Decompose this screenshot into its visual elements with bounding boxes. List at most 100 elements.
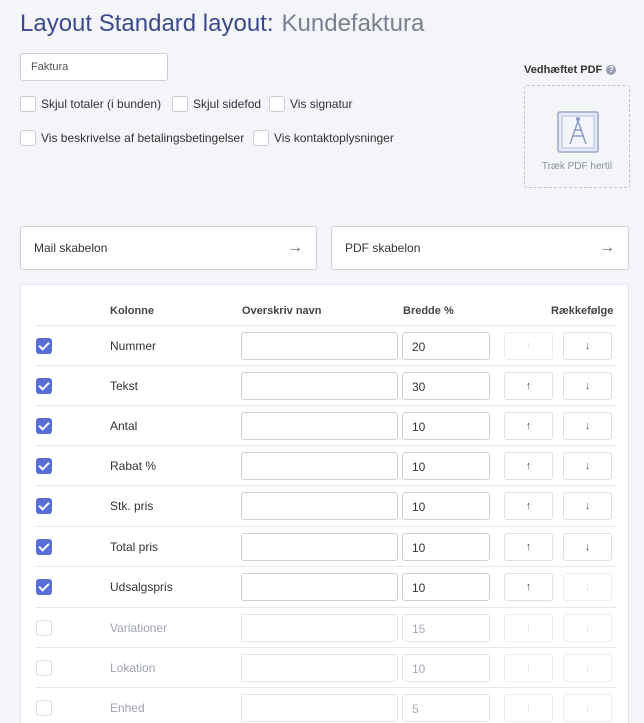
- header-rename: Overskriv navn: [242, 305, 322, 317]
- option-checkbox[interactable]: [269, 96, 285, 112]
- column-label: Udsalgspris: [110, 580, 173, 594]
- header-width: Bredde %: [403, 305, 454, 317]
- option-checkbox[interactable]: [20, 96, 36, 112]
- rename-input[interactable]: [241, 614, 398, 642]
- option-hide-totals[interactable]: Skjul totaler (i bunden): [20, 96, 161, 112]
- move-down-button[interactable]: ↓: [563, 412, 612, 440]
- move-up-button[interactable]: ↑: [504, 573, 553, 601]
- column-checkbox[interactable]: [36, 579, 52, 595]
- move-up-button[interactable]: ↑: [504, 533, 553, 561]
- column-label: Tekst: [110, 379, 139, 393]
- move-down-button[interactable]: ↓: [563, 533, 612, 561]
- rename-input[interactable]: [241, 332, 398, 360]
- column-label: Variationer: [110, 621, 168, 635]
- column-checkbox[interactable]: [36, 620, 52, 636]
- move-down-button[interactable]: ↓: [563, 614, 612, 642]
- table-row: Stk. pris 10 ↑ ↓: [36, 485, 616, 525]
- move-up-button[interactable]: ↑: [504, 412, 553, 440]
- move-down-button[interactable]: ↓: [563, 654, 612, 682]
- arrow-right-icon: →: [599, 239, 615, 256]
- move-down-button[interactable]: ↓: [563, 372, 612, 400]
- help-icon[interactable]: ?: [606, 65, 617, 75]
- move-up-button[interactable]: ↑: [504, 614, 553, 642]
- option-label: Vis kontaktoplysninger: [274, 131, 394, 145]
- move-up-button[interactable]: ↑: [504, 492, 553, 520]
- column-checkbox[interactable]: [36, 498, 52, 514]
- width-input[interactable]: 30: [402, 372, 490, 400]
- rename-input[interactable]: [241, 452, 398, 480]
- column-checkbox[interactable]: [36, 539, 52, 555]
- move-up-button[interactable]: ↑: [504, 372, 553, 400]
- rename-input[interactable]: [241, 654, 398, 682]
- arrow-right-icon: →: [287, 239, 303, 256]
- option-label: Skjul totaler (i bunden): [41, 97, 162, 111]
- rename-input[interactable]: [241, 372, 398, 400]
- column-checkbox[interactable]: [36, 660, 52, 676]
- table-row: Rabat % 10 ↑ ↓: [36, 445, 616, 485]
- column-label: Total pris: [110, 540, 159, 554]
- column-label: Stk. pris: [110, 499, 154, 513]
- attached-pdf-label-text: Vedhæftet PDF: [524, 64, 603, 76]
- width-input[interactable]: 20: [402, 332, 490, 360]
- rename-input[interactable]: [241, 694, 398, 722]
- column-checkbox[interactable]: [36, 338, 52, 354]
- option-show-payment-terms[interactable]: Vis beskrivelse af betalingsbetingelser: [20, 130, 244, 146]
- column-checkbox[interactable]: [36, 378, 52, 394]
- move-down-button[interactable]: ↓: [563, 332, 612, 360]
- option-show-contact-info[interactable]: Vis kontaktoplysninger: [253, 130, 394, 146]
- pdf-dropzone[interactable]: Træk PDF hertil: [524, 85, 630, 188]
- layout-name-input[interactable]: [20, 53, 168, 81]
- mail-template-label: Mail skabelon: [34, 241, 108, 255]
- column-label: Antal: [110, 419, 138, 433]
- rename-input[interactable]: [241, 573, 398, 601]
- option-checkbox[interactable]: [20, 130, 36, 146]
- move-down-button[interactable]: ↓: [563, 573, 612, 601]
- rename-input[interactable]: [241, 533, 398, 561]
- attached-pdf-label: Vedhæftet PDF ?: [524, 64, 617, 76]
- dropzone-text: Træk PDF hertil: [541, 161, 613, 172]
- column-checkbox[interactable]: [36, 418, 52, 434]
- table-row: Udsalgspris 10 ↑ ↓: [36, 566, 616, 606]
- mail-template-button[interactable]: Mail skabelon →: [20, 226, 317, 270]
- table-row: Total pris 10 ↑ ↓: [36, 526, 616, 566]
- move-up-button[interactable]: ↑: [504, 452, 553, 480]
- move-up-button[interactable]: ↑: [504, 654, 553, 682]
- option-label: Skjul sidefod: [193, 97, 262, 111]
- pdf-template-button[interactable]: PDF skabelon →: [331, 226, 629, 270]
- table-row: Antal 10 ↑ ↓: [36, 405, 616, 445]
- width-input[interactable]: 10: [402, 492, 490, 520]
- table-row: Nummer 20 ↑ ↓: [36, 325, 616, 365]
- column-label: Enhed: [110, 701, 145, 715]
- move-down-button[interactable]: ↓: [563, 492, 612, 520]
- move-down-button[interactable]: ↓: [563, 694, 612, 722]
- option-label: Vis beskrivelse af betalingsbetingelser: [41, 131, 245, 145]
- table-row: Variationer 15 ↑ ↓: [36, 607, 616, 647]
- column-label: Nummer: [110, 339, 157, 353]
- column-label: Lokation: [110, 661, 156, 675]
- move-up-button[interactable]: ↑: [504, 332, 553, 360]
- width-input[interactable]: 5: [402, 694, 490, 722]
- rename-input[interactable]: [241, 412, 398, 440]
- option-checkbox[interactable]: [172, 96, 188, 112]
- width-input[interactable]: 10: [402, 654, 490, 682]
- header-order: Rækkefølge: [551, 305, 614, 317]
- move-down-button[interactable]: ↓: [563, 452, 612, 480]
- header-column: Kolonne: [110, 305, 154, 317]
- width-input[interactable]: 10: [402, 533, 490, 561]
- table-row: Tekst 30 ↑ ↓: [36, 365, 616, 405]
- width-input[interactable]: 10: [402, 412, 490, 440]
- column-checkbox[interactable]: [36, 700, 52, 716]
- width-input[interactable]: 10: [402, 452, 490, 480]
- pdf-template-label: PDF skabelon: [345, 241, 421, 255]
- option-label: Vis signatur: [290, 97, 353, 111]
- width-input[interactable]: 15: [402, 614, 490, 642]
- image-icon: [557, 111, 599, 153]
- move-up-button[interactable]: ↑: [504, 694, 553, 722]
- column-checkbox[interactable]: [36, 458, 52, 474]
- column-label: Rabat %: [110, 459, 157, 473]
- option-hide-footer[interactable]: Skjul sidefod: [172, 96, 261, 112]
- option-show-signature[interactable]: Vis signatur: [269, 96, 352, 112]
- rename-input[interactable]: [241, 492, 398, 520]
- width-input[interactable]: 10: [402, 573, 490, 601]
- option-checkbox[interactable]: [253, 130, 269, 146]
